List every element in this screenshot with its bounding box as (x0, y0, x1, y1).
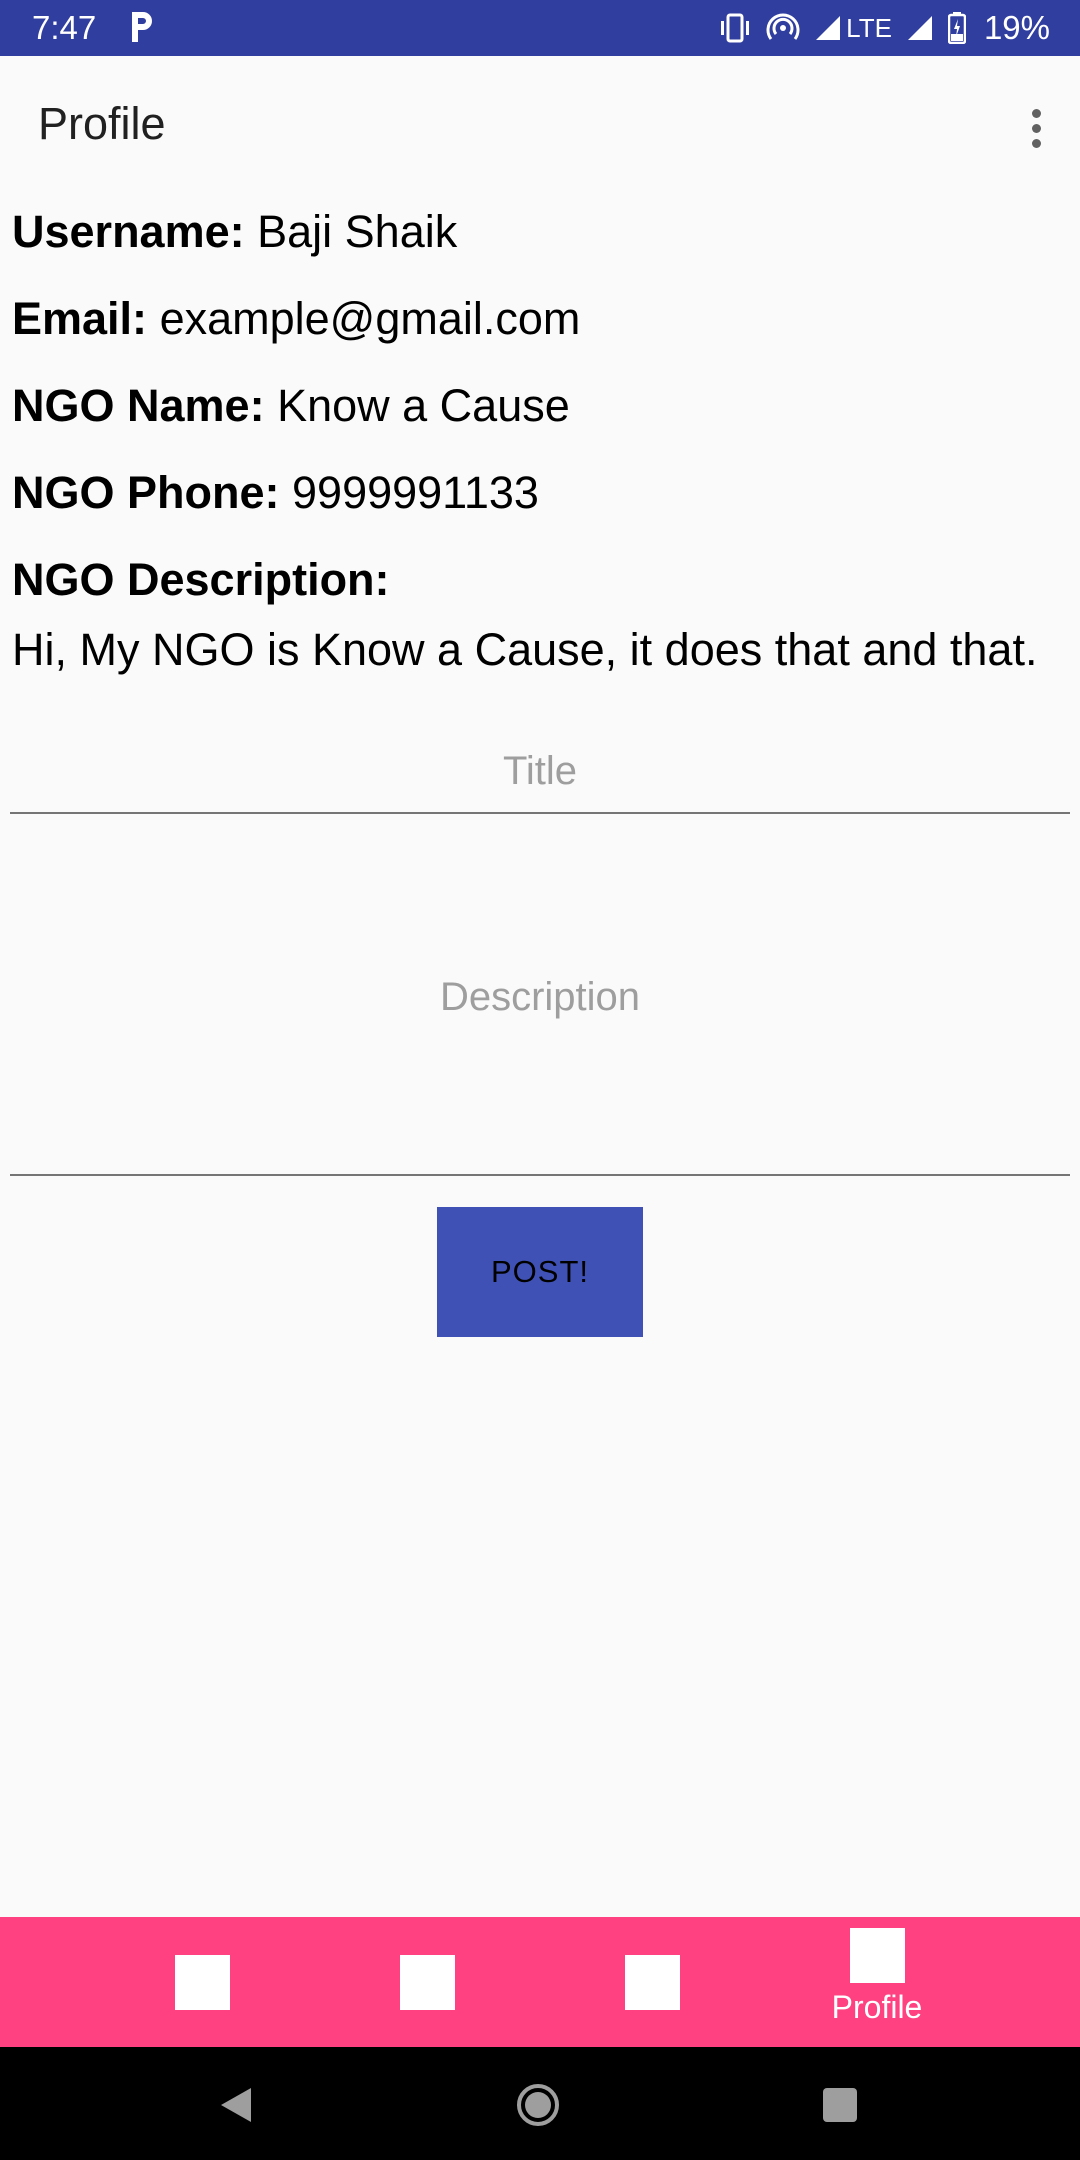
email-label: Email: (12, 293, 148, 344)
battery-percent: 19% (983, 9, 1050, 46)
ngo-description-value: Hi, My NGO is Know a Cause, it does that… (12, 624, 1038, 675)
back-icon[interactable] (206, 2075, 266, 2135)
system-navigation-bar (0, 2047, 1080, 2160)
home-icon[interactable] (508, 2075, 568, 2135)
username-value: Baji Shaik (257, 206, 458, 257)
status-icons: LTE 19% (718, 0, 1050, 56)
network-type: LTE (846, 12, 892, 43)
ngo-name-row: NGO Name: Know a Cause (12, 378, 570, 434)
ngo-description-label: NGO Description: (12, 554, 390, 605)
page-title: Profile (38, 98, 166, 149)
square-icon (399, 1954, 455, 2010)
ngo-phone-label: NGO Phone: (12, 467, 280, 518)
signal-icon (907, 16, 932, 40)
square-icon (849, 1928, 905, 1983)
post-button[interactable]: POST! (437, 1207, 643, 1337)
app-bar: Profile (0, 56, 1080, 190)
square-icon (624, 1954, 680, 2010)
nav-item-3[interactable] (552, 1917, 752, 2047)
bottom-navigation: Profile (0, 1917, 1080, 2047)
nav-item-2[interactable] (327, 1917, 527, 2047)
nav-item-1[interactable] (102, 1917, 302, 2047)
ngo-name-label: NGO Name: (12, 380, 265, 431)
ngo-description-heading-row: NGO Description: (12, 552, 390, 608)
username-row: Username: Baji Shaik (12, 204, 457, 260)
vibrate-icon (721, 13, 750, 43)
overflow-menu-icon[interactable] (1006, 92, 1066, 164)
ngo-phone-row: NGO Phone: 9999991133 (12, 465, 539, 521)
recents-icon[interactable] (810, 2075, 870, 2135)
ngo-phone-value: 9999991133 (292, 467, 539, 518)
description-input[interactable] (10, 820, 1070, 1176)
email-row: Email: example@gmail.com (12, 291, 580, 347)
parking-app-icon (132, 12, 152, 42)
email-value: example@gmail.com (159, 293, 581, 344)
hotspot-icon (766, 13, 800, 40)
username-label: Username: (12, 206, 245, 257)
status-time: 7:47 (32, 9, 97, 46)
status-bar: 7:47 LTE 19% (0, 0, 1080, 56)
nav-item-label: Profile (831, 1989, 923, 2025)
battery-charging-icon (947, 12, 966, 44)
ngo-name-value: Know a Cause (277, 380, 570, 431)
nav-item-profile[interactable]: Profile (777, 1917, 977, 2047)
title-input[interactable] (10, 730, 1070, 814)
square-icon (174, 1954, 230, 2010)
signal-x-icon (816, 16, 841, 40)
